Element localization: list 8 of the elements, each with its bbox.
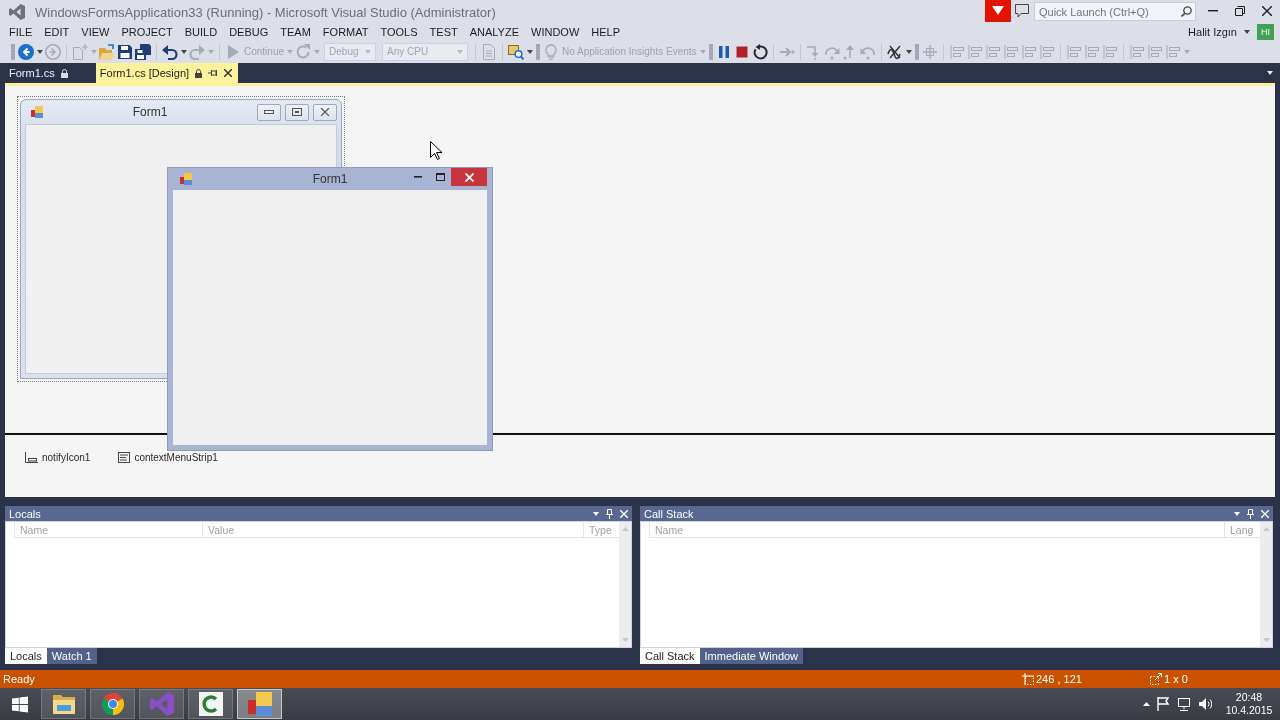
- form-title: Form1: [312, 172, 348, 186]
- selection-size: 1 x 0: [1164, 673, 1188, 685]
- form-title: Form1: [132, 105, 168, 119]
- panel-title: Locals: [9, 507, 41, 520]
- status-message: Ready: [2, 673, 35, 685]
- window-title: WindowsFormsApplication33 (Running) - Microsoft Visual Studio (Administrator): [35, 4, 496, 20]
- cursor-position: 246 , 121: [1036, 673, 1082, 685]
- panel-title: Call Stack: [644, 507, 694, 520]
